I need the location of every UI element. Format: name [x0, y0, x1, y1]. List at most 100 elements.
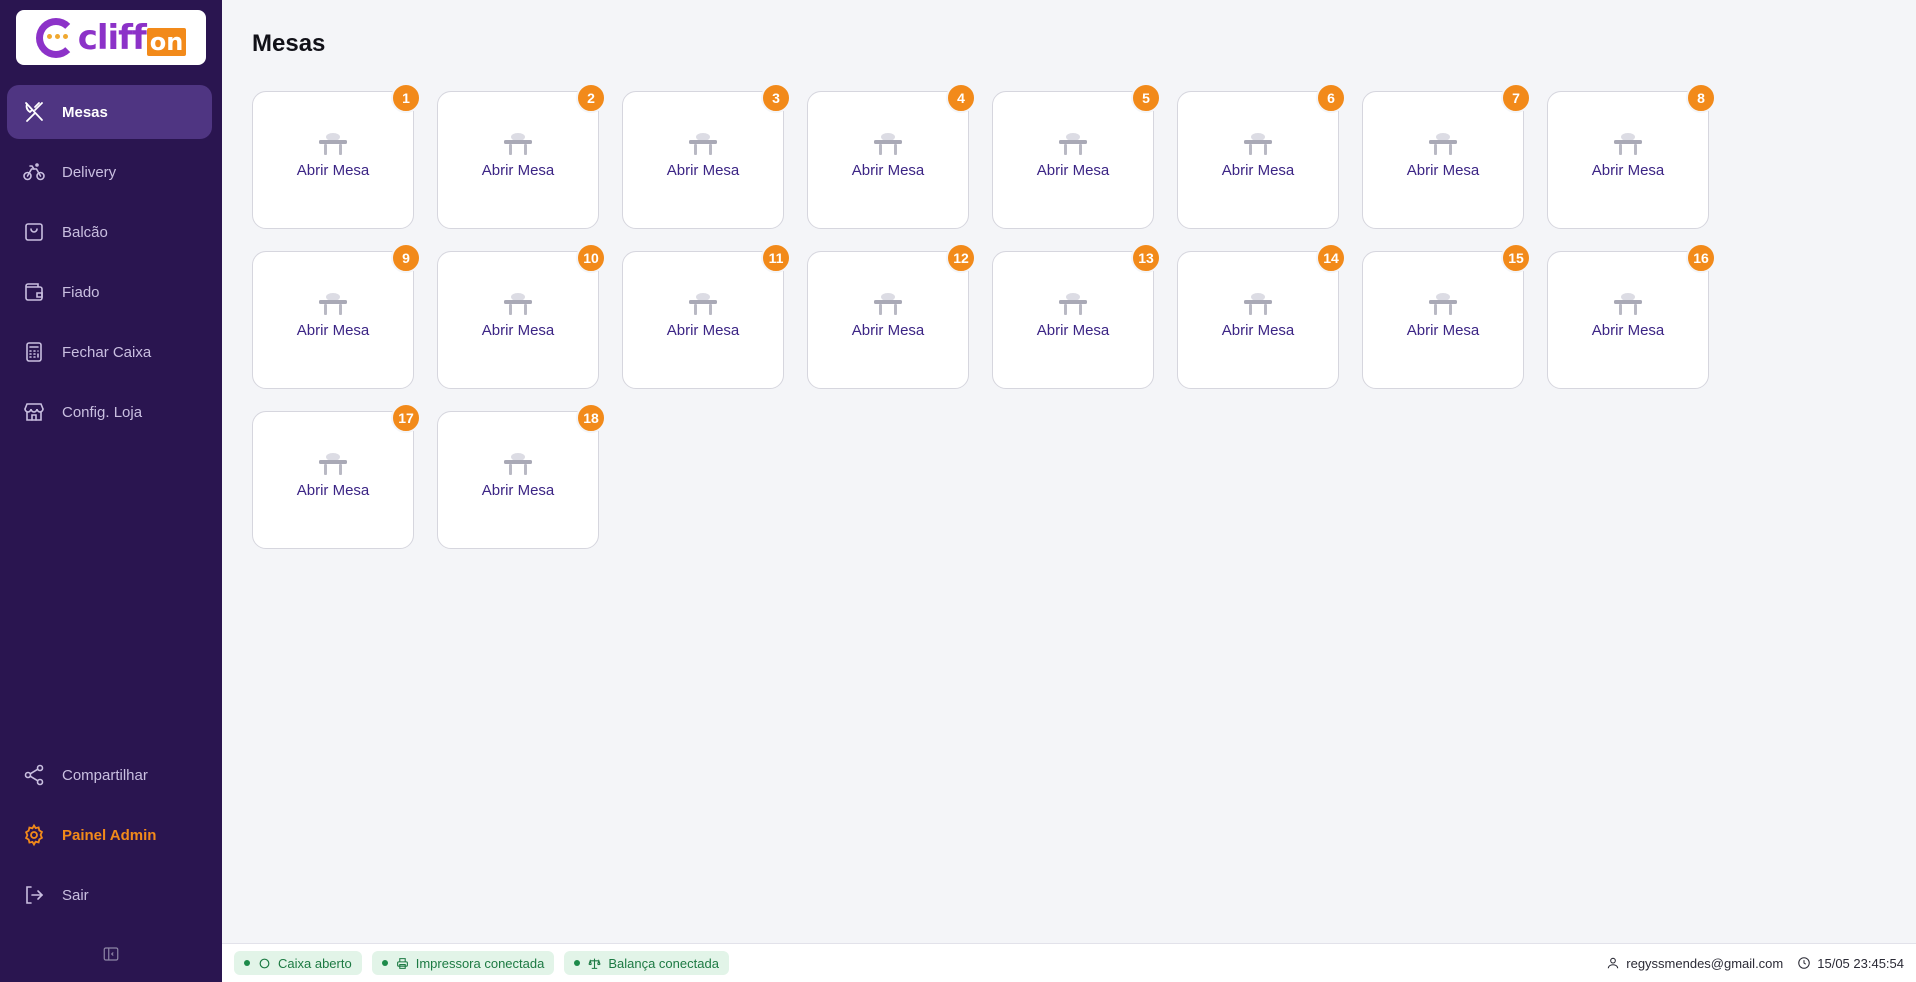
sidebar-item-label: Balcão — [62, 223, 108, 241]
table-icon — [1614, 133, 1642, 155]
open-table-label: Abrir Mesa — [1406, 322, 1480, 339]
open-table-label: Abrir Mesa — [1036, 322, 1110, 339]
page-title: Mesas — [252, 30, 326, 57]
sidebar-collapse-icon — [103, 947, 119, 961]
user-email: regyssmendes@gmail.com — [1626, 955, 1784, 971]
share-icon — [21, 762, 47, 788]
calculator-icon — [21, 339, 47, 365]
table-icon — [319, 293, 347, 315]
table-icon — [1244, 133, 1272, 155]
table-icon — [1059, 293, 1087, 315]
open-table-label: Abrir Mesa — [481, 162, 555, 179]
table-card[interactable]: Abrir Mesa 18 — [437, 403, 606, 549]
table-card[interactable]: Abrir Mesa 9 — [252, 243, 421, 389]
status-label: Caixa aberto — [278, 955, 352, 971]
main-content: Mesas Abrir Mesa 1 Abrir Mesa 2 Abrir Mesa 3 A… — [222, 0, 1916, 942]
scale-icon — [588, 956, 602, 970]
sidebar-item-label: Config. Loja — [62, 403, 143, 421]
clock-icon — [1798, 957, 1811, 969]
sidebar-item-label: Fechar Caixa — [62, 343, 152, 361]
sidebar-item-painel-admin[interactable]: Painel Admin — [7, 808, 212, 862]
table-number-badge: 2 — [576, 83, 606, 113]
sidebar-item-delivery[interactable]: Delivery — [7, 145, 212, 199]
status-dot — [381, 960, 388, 966]
open-table-label: Abrir Mesa — [296, 162, 370, 179]
table-number-badge: 4 — [946, 83, 976, 113]
table-number-badge: 5 — [1131, 83, 1161, 113]
sidebar-item-compartilhar[interactable]: Compartilhar — [7, 748, 212, 802]
sidebar-item-config-loja[interactable]: Config. Loja — [7, 385, 212, 439]
status-caixa-aberto: Caixa aberto — [234, 951, 362, 975]
table-number-badge: 10 — [576, 243, 606, 273]
open-table-label: Abrir Mesa — [666, 322, 740, 339]
table-number-badge: 15 — [1501, 243, 1531, 273]
table-card[interactable]: Abrir Mesa 4 — [807, 83, 976, 229]
open-table-label: Abrir Mesa — [1036, 162, 1110, 179]
table-card[interactable]: Abrir Mesa 15 — [1362, 243, 1531, 389]
sidebar-item-label: Mesas — [62, 103, 108, 121]
table-icon — [504, 293, 532, 315]
main-nav: Mesas Delivery Balcão Fiado Fechar Caixa… — [0, 85, 222, 445]
sidebar-item-mesas[interactable]: Mesas — [7, 85, 212, 139]
sidebar-item-label: Painel Admin — [62, 826, 157, 844]
table-card[interactable]: Abrir Mesa 7 — [1362, 83, 1531, 229]
table-card[interactable]: Abrir Mesa 14 — [1177, 243, 1346, 389]
table-card[interactable]: Abrir Mesa 6 — [1177, 83, 1346, 229]
table-card[interactable]: Abrir Mesa 10 — [437, 243, 606, 389]
sidebar-item-label: Fiado — [62, 283, 100, 301]
collapse-sidebar-button[interactable] — [0, 936, 222, 972]
table-card[interactable]: Abrir Mesa 8 — [1547, 83, 1716, 229]
sidebar-item-balcao[interactable]: Balcão — [7, 205, 212, 259]
table-icon — [1244, 293, 1272, 315]
table-icon — [1429, 293, 1457, 315]
table-number-badge: 16 — [1686, 243, 1716, 273]
table-icon — [1059, 133, 1087, 155]
logo-text: cliff — [77, 17, 147, 58]
sidebar-item-label: Compartilhar — [62, 766, 148, 784]
store-icon — [21, 399, 47, 425]
open-table-label: Abrir Mesa — [1221, 322, 1295, 339]
open-table-label: Abrir Mesa — [1591, 162, 1665, 179]
open-table-label: Abrir Mesa — [1406, 162, 1480, 179]
open-table-label: Abrir Mesa — [481, 482, 555, 499]
sidebar-item-sair[interactable]: Sair — [7, 868, 212, 922]
tables-grid: Abrir Mesa 1 Abrir Mesa 2 Abrir Mesa 3 Abrir M… — [252, 83, 1716, 549]
table-icon — [1614, 293, 1642, 315]
table-number-badge: 1 — [391, 83, 421, 113]
table-number-badge: 8 — [1686, 83, 1716, 113]
status-impressora: Impressora conectada — [371, 951, 555, 975]
circle-icon — [258, 956, 272, 970]
user-icon — [1608, 957, 1619, 969]
table-card[interactable]: Abrir Mesa 16 — [1547, 243, 1716, 389]
table-number-badge: 17 — [391, 403, 421, 433]
table-number-badge: 7 — [1501, 83, 1531, 113]
table-card[interactable]: Abrir Mesa 17 — [252, 403, 421, 549]
open-table-label: Abrir Mesa — [851, 162, 925, 179]
status-bar: Caixa aberto Impressora conectada Balanç… — [222, 943, 1916, 982]
table-icon — [874, 133, 902, 155]
table-number-badge: 9 — [391, 243, 421, 273]
sidebar-item-fiado[interactable]: Fiado — [7, 265, 212, 319]
table-card[interactable]: Abrir Mesa 1 — [252, 83, 421, 229]
status-dot — [574, 960, 581, 966]
logout-icon — [21, 882, 47, 908]
sidebar-item-fechar-caixa[interactable]: Fechar Caixa — [7, 325, 212, 379]
status-right: regyssmendes@gmail.com 15/05 23:45:54 — [1592, 956, 1904, 971]
table-card[interactable]: Abrir Mesa 12 — [807, 243, 976, 389]
wallet-icon — [21, 279, 47, 305]
table-card[interactable]: Abrir Mesa 11 — [622, 243, 791, 389]
open-table-label: Abrir Mesa — [296, 482, 370, 499]
table-icon — [874, 293, 902, 315]
table-card[interactable]: Abrir Mesa 3 — [622, 83, 791, 229]
open-table-label: Abrir Mesa — [1221, 162, 1295, 179]
utensils-icon — [21, 99, 47, 125]
table-icon — [319, 453, 347, 475]
sidebar: cliff on Mesas Delivery Balcão Fiado Fec… — [0, 0, 222, 982]
table-card[interactable]: Abrir Mesa 13 — [992, 243, 1161, 389]
logo[interactable]: cliff on — [16, 10, 206, 65]
open-table-label: Abrir Mesa — [851, 322, 925, 339]
chat-bubble-icon — [35, 17, 76, 58]
table-card[interactable]: Abrir Mesa 5 — [992, 83, 1161, 229]
open-table-label: Abrir Mesa — [1591, 322, 1665, 339]
table-card[interactable]: Abrir Mesa 2 — [437, 83, 606, 229]
